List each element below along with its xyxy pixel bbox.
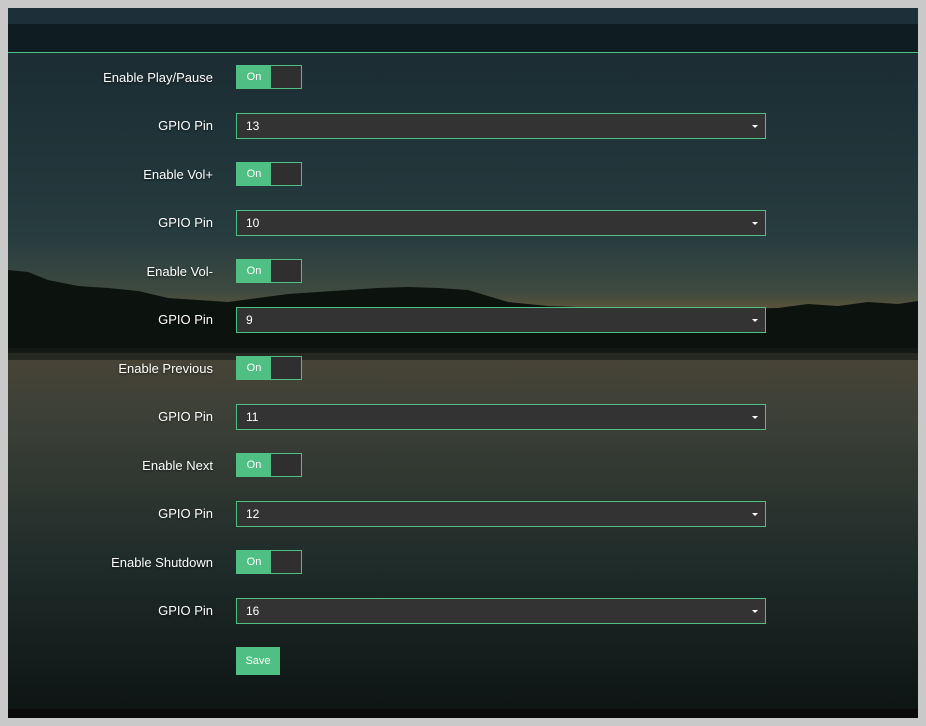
setting-row-enable-previous: Enable Previous On xyxy=(8,356,918,382)
setting-label: GPIO Pin xyxy=(158,312,213,327)
setting-row-enable-vol-up: Enable Vol+ On xyxy=(8,162,918,188)
setting-row-gpio-pin-vol-down: GPIO Pin 9 xyxy=(8,307,918,333)
top-bar xyxy=(8,8,918,24)
caret-down-icon xyxy=(752,222,758,225)
toggle-enable-next[interactable]: On xyxy=(236,453,302,477)
gpio-pin-select-vol-down[interactable]: 9 xyxy=(236,307,766,333)
gpio-pin-select-shutdown[interactable]: 16 xyxy=(236,598,766,624)
setting-label: Enable Vol+ xyxy=(143,167,213,182)
setting-label: Enable Previous xyxy=(118,361,213,376)
setting-row-enable-play-pause: Enable Play/Pause On xyxy=(8,65,918,91)
toggle-on-label: On xyxy=(237,551,271,573)
setting-label: Enable Next xyxy=(142,458,213,473)
caret-down-icon xyxy=(752,319,758,322)
header-band xyxy=(8,24,918,53)
gpio-pin-select-previous[interactable]: 11 xyxy=(236,404,766,430)
select-value: 16 xyxy=(246,604,260,618)
toggle-enable-vol-up[interactable]: On xyxy=(236,162,302,186)
select-value: 12 xyxy=(246,507,260,521)
setting-row-enable-shutdown: Enable Shutdown On xyxy=(8,550,918,576)
toggle-on-label: On xyxy=(237,163,271,185)
setting-label: Enable Shutdown xyxy=(111,555,213,570)
toggle-enable-play-pause[interactable]: On xyxy=(236,65,302,89)
toggle-on-label: On xyxy=(237,66,271,88)
setting-row-gpio-pin-vol-up: GPIO Pin 10 xyxy=(8,210,918,236)
caret-down-icon xyxy=(752,125,758,128)
select-value: 13 xyxy=(246,119,260,133)
setting-row-gpio-pin-play-pause: GPIO Pin 13 xyxy=(8,113,918,139)
setting-label: Enable Vol- xyxy=(146,264,214,279)
caret-down-icon xyxy=(752,416,758,419)
setting-label: GPIO Pin xyxy=(158,409,213,424)
toggle-enable-shutdown[interactable]: On xyxy=(236,550,302,574)
gpio-pin-select-vol-up[interactable]: 10 xyxy=(236,210,766,236)
select-value: 9 xyxy=(246,313,253,327)
bottom-bar xyxy=(8,709,918,718)
gpio-pin-select-play-pause[interactable]: 13 xyxy=(236,113,766,139)
caret-down-icon xyxy=(752,610,758,613)
setting-label: GPIO Pin xyxy=(158,215,213,230)
setting-row-gpio-pin-previous: GPIO Pin 11 xyxy=(8,404,918,430)
setting-row-gpio-pin-shutdown: GPIO Pin 16 xyxy=(8,598,918,624)
toggle-on-label: On xyxy=(237,454,271,476)
setting-row-gpio-pin-next: GPIO Pin 12 xyxy=(8,501,918,527)
toggle-on-label: On xyxy=(237,357,271,379)
toggle-enable-previous[interactable]: On xyxy=(236,356,302,380)
caret-down-icon xyxy=(752,513,758,516)
gpio-pin-select-next[interactable]: 12 xyxy=(236,501,766,527)
toggle-enable-vol-down[interactable]: On xyxy=(236,259,302,283)
save-button[interactable]: Save xyxy=(236,647,280,675)
toggle-on-label: On xyxy=(237,260,271,282)
setting-label: GPIO Pin xyxy=(158,118,213,133)
setting-label: Enable Play/Pause xyxy=(103,70,213,85)
setting-label: GPIO Pin xyxy=(158,603,213,618)
setting-row-enable-next: Enable Next On xyxy=(8,453,918,479)
select-value: 11 xyxy=(246,410,259,424)
setting-label: GPIO Pin xyxy=(158,506,213,521)
setting-row-enable-vol-down: Enable Vol- On xyxy=(8,259,918,285)
select-value: 10 xyxy=(246,216,260,230)
app-window: Enable Play/Pause On GPIO Pin 13 Enable … xyxy=(8,8,918,718)
